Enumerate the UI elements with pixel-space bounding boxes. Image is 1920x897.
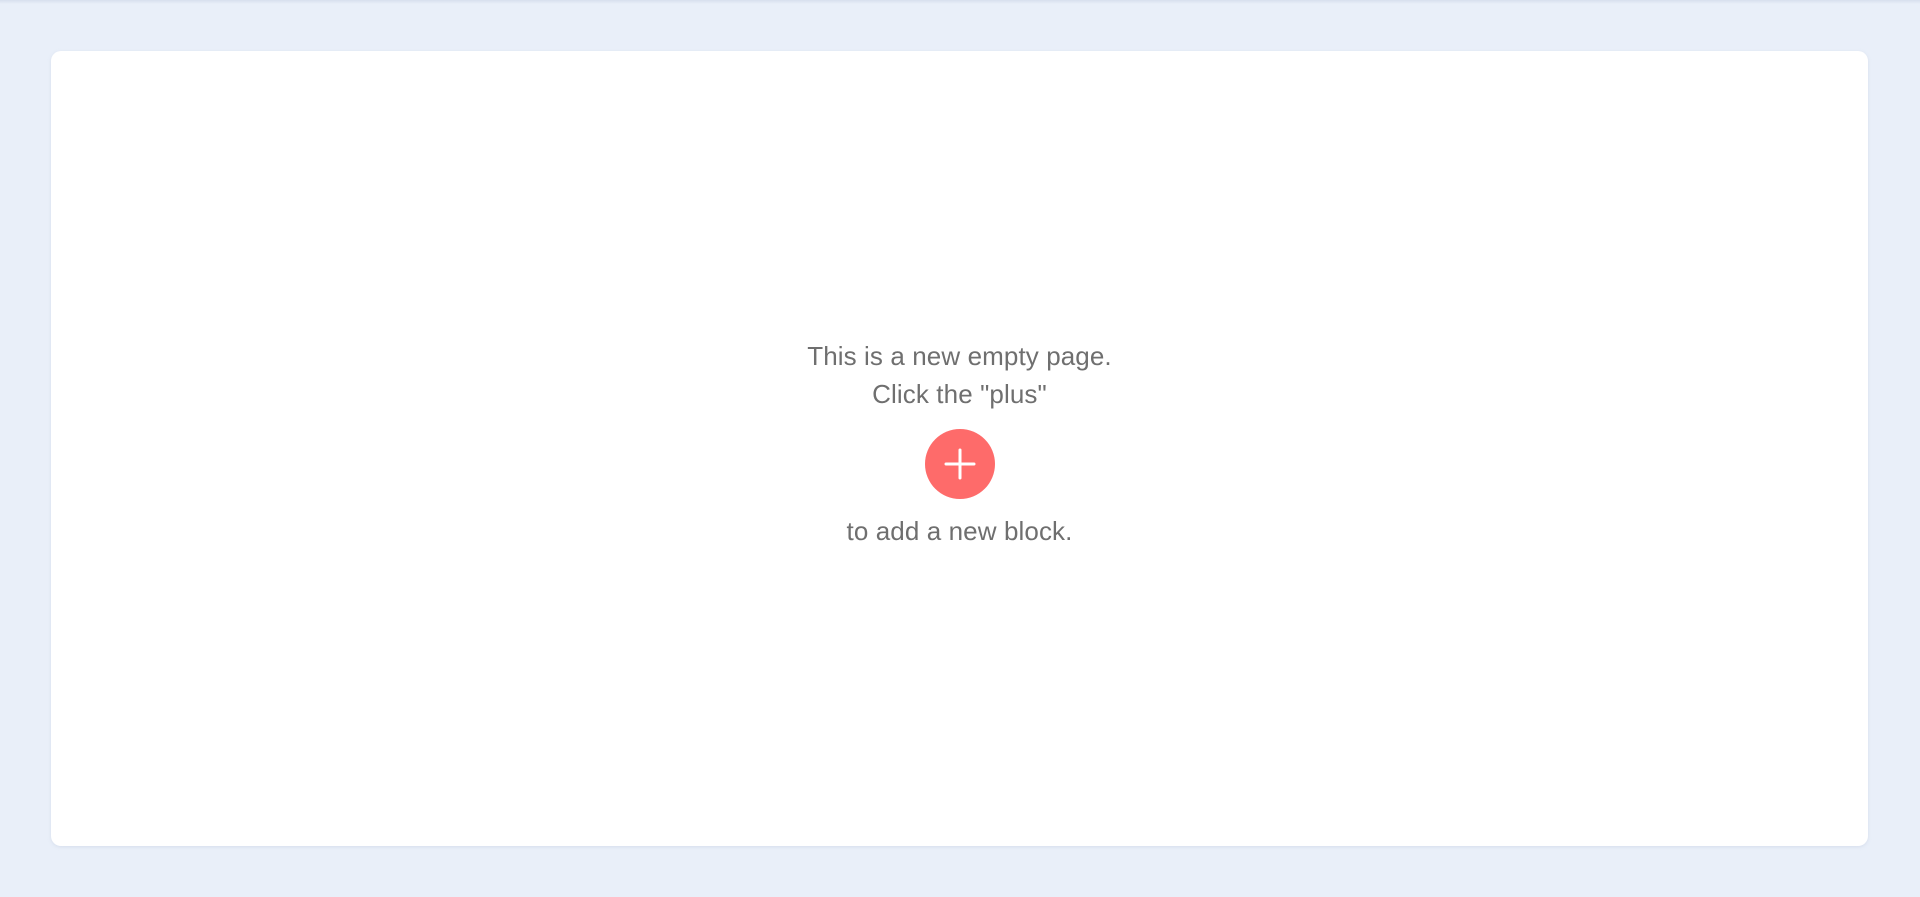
add-block-instruction: to add a new block. <box>846 516 1073 546</box>
empty-page-message: This is a new empty page. <box>807 341 1112 371</box>
empty-page-placeholder: This is a new empty page. Click the "plu… <box>51 51 1868 846</box>
top-bar-shadow <box>0 0 1920 4</box>
plus-icon <box>944 448 975 480</box>
click-plus-instruction: Click the "plus" <box>872 379 1047 409</box>
add-block-button[interactable] <box>924 429 995 499</box>
page-canvas: This is a new empty page. Click the "plu… <box>51 51 1868 846</box>
